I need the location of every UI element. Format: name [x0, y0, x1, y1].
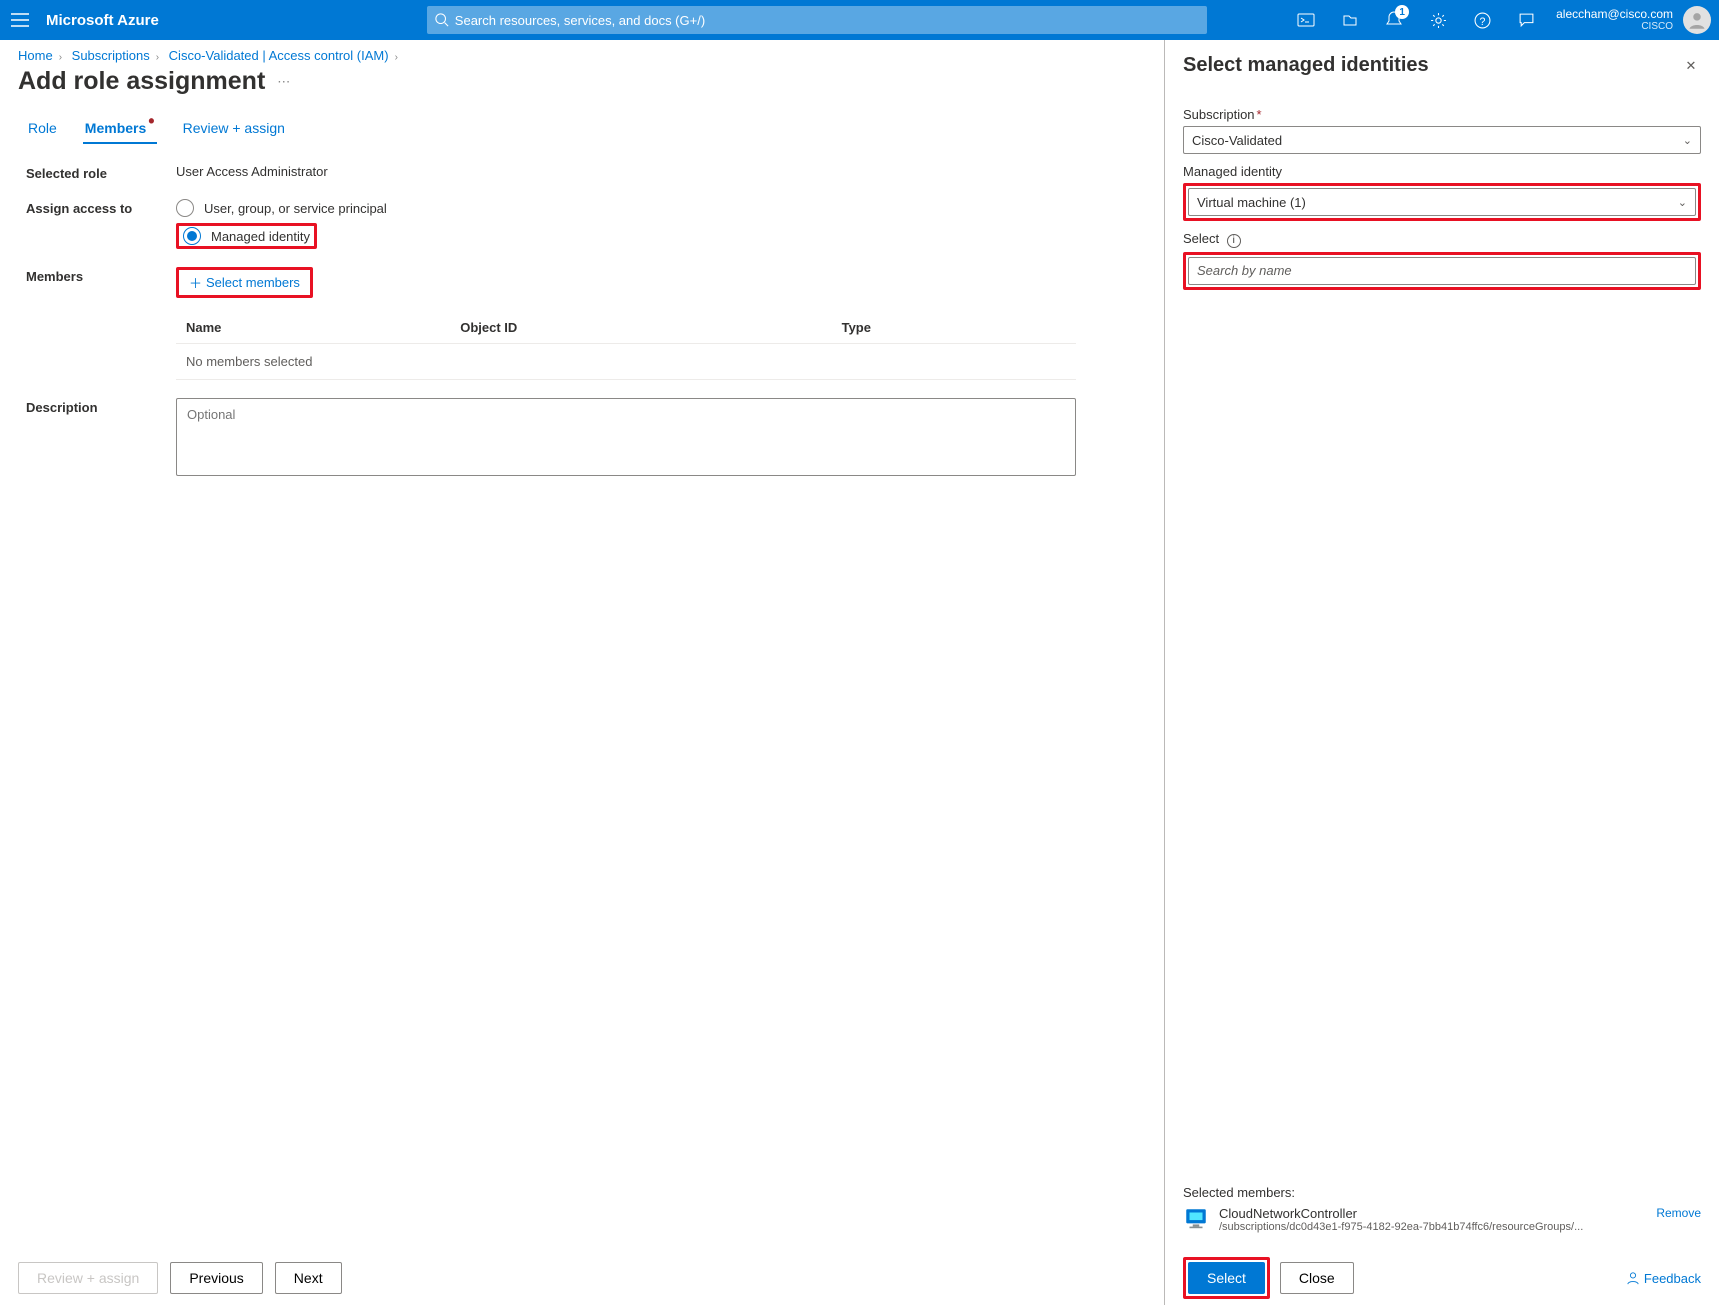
more-icon[interactable]: ⋯ — [277, 74, 290, 90]
brand-label[interactable]: Microsoft Azure — [46, 12, 159, 29]
member-name: CloudNetworkController — [1219, 1206, 1583, 1221]
search-icon — [435, 13, 449, 27]
empty-state: No members selected — [176, 344, 1076, 380]
members-table: Name Object ID Type No members selected — [176, 312, 1076, 380]
th-type: Type — [832, 312, 1076, 344]
panel-title: Select managed identities — [1183, 54, 1681, 77]
managed-identity-dropdown[interactable]: Virtual machine (1) ⌄ — [1188, 188, 1696, 216]
plus-icon: ＋ — [189, 273, 202, 292]
member-path: /subscriptions/dc0d43e1-f975-4182-92ea-7… — [1219, 1221, 1583, 1233]
crumb-home[interactable]: Home — [18, 48, 53, 63]
select-managed-identities-panel: Select managed identities ✕ Subscription… — [1164, 40, 1719, 1305]
table-row: No members selected — [176, 344, 1076, 380]
review-assign-button[interactable]: Review + assign — [18, 1262, 158, 1294]
th-name: Name — [176, 312, 450, 344]
selected-member-row: CloudNetworkController /subscriptions/dc… — [1183, 1206, 1701, 1233]
notifications-icon[interactable]: 1 — [1374, 0, 1414, 40]
global-search[interactable]: Search resources, services, and docs (G+… — [427, 6, 1207, 34]
info-icon[interactable]: i — [1227, 234, 1241, 248]
th-object-id: Object ID — [450, 312, 831, 344]
tab-role[interactable]: Role — [26, 114, 59, 144]
close-icon[interactable]: ✕ — [1681, 58, 1701, 74]
chevron-down-icon: ⌄ — [1678, 196, 1687, 209]
avatar-icon[interactable] — [1683, 6, 1711, 34]
subscription-dropdown[interactable]: Cisco-Validated ⌄ — [1183, 126, 1701, 154]
radio-label: User, group, or service principal — [204, 201, 387, 216]
radio-label: Managed identity — [211, 229, 310, 244]
remove-link[interactable]: Remove — [1656, 1206, 1701, 1220]
select-members-button[interactable]: ＋ Select members — [183, 271, 306, 294]
feedback-icon[interactable] — [1506, 0, 1546, 40]
crumb-subscriptions[interactable]: Subscriptions — [72, 48, 150, 63]
previous-button[interactable]: Previous — [170, 1262, 262, 1294]
panel-close-button[interactable]: Close — [1280, 1262, 1354, 1294]
account-org: CISCO — [1556, 21, 1673, 32]
search-by-name-input[interactable]: Search by name — [1188, 257, 1696, 285]
directories-icon[interactable] — [1330, 0, 1370, 40]
selected-role-label: Selected role — [26, 164, 176, 181]
svg-text:?: ? — [1479, 15, 1485, 27]
settings-icon[interactable] — [1418, 0, 1458, 40]
members-label: Members — [26, 267, 176, 284]
managed-identity-label: Managed identity — [1183, 164, 1701, 179]
crumb-iam[interactable]: Cisco-Validated | Access control (IAM) — [169, 48, 389, 63]
subscription-label: Subscription* — [1183, 107, 1701, 122]
tab-members[interactable]: Members• — [83, 114, 157, 144]
help-icon[interactable]: ? — [1462, 0, 1502, 40]
account-block[interactable]: aleccham@cisco.com CISCO — [1550, 8, 1679, 32]
selected-members-label: Selected members: — [1183, 1185, 1701, 1200]
cloud-shell-icon[interactable] — [1286, 0, 1326, 40]
feedback-link[interactable]: Feedback — [1626, 1271, 1701, 1286]
hamburger-icon[interactable] — [8, 13, 32, 27]
chevron-down-icon: ⌄ — [1683, 134, 1692, 147]
panel-select-button[interactable]: Select — [1188, 1262, 1265, 1294]
tab-review[interactable]: Review + assign — [181, 114, 287, 144]
radio-managed-identity[interactable]: Managed identity — [183, 227, 310, 245]
assign-access-label: Assign access to — [26, 199, 176, 216]
azure-top-bar: Microsoft Azure Search resources, servic… — [0, 0, 1719, 40]
person-icon — [1626, 1271, 1640, 1285]
page-title: Add role assignment — [18, 67, 265, 96]
radio-icon — [176, 199, 194, 217]
search-placeholder: Search resources, services, and docs (G+… — [455, 13, 705, 28]
description-label: Description — [26, 398, 176, 415]
next-button[interactable]: Next — [275, 1262, 342, 1294]
description-input[interactable] — [176, 398, 1076, 476]
select-label: Select i — [1183, 231, 1701, 248]
notification-badge: 1 — [1395, 5, 1409, 19]
account-email: aleccham@cisco.com — [1556, 8, 1673, 21]
radio-icon — [183, 227, 201, 245]
vm-icon — [1183, 1206, 1209, 1232]
